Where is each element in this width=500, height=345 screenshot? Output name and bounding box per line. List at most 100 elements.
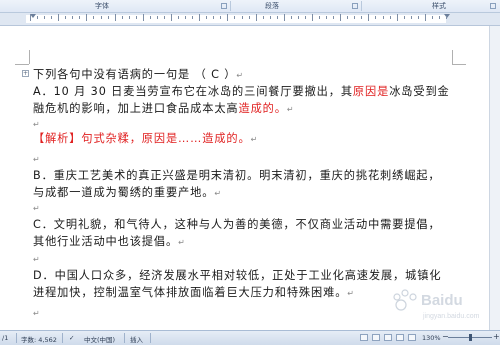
ruler-tick xyxy=(326,16,328,19)
option-d-text: D．中国人口众多，经济发展水平相对较低，正处于工业化高速发展，城镇化进程加快，控… xyxy=(33,269,442,299)
ruler-tick xyxy=(93,16,95,19)
status-divider xyxy=(16,333,17,343)
ribbon-group-styles: 样式 xyxy=(432,2,446,10)
empty-paragraph-mark: ↵ xyxy=(33,255,40,264)
ruler-tick xyxy=(100,16,102,19)
proofing-icon[interactable]: ✓ xyxy=(69,334,74,342)
full-screen-view-icon[interactable] xyxy=(372,334,380,341)
page-indicator[interactable]: /1 xyxy=(2,334,8,342)
status-divider xyxy=(62,333,63,343)
option-a-text: A．10 月 30 日麦当劳宣布它在冰岛的三间餐厅要撤出，其 xyxy=(33,85,353,98)
ruler-tick xyxy=(234,16,236,19)
ruler-tick xyxy=(135,16,137,19)
ruler-tick xyxy=(438,16,440,19)
horizontal-ruler[interactable] xyxy=(0,13,500,26)
zoom-slider-thumb[interactable] xyxy=(468,334,472,341)
ruler-tick xyxy=(304,16,306,19)
styles-dialog-launcher-icon[interactable] xyxy=(490,3,496,9)
ruler-tick xyxy=(79,16,81,19)
ruler-tick xyxy=(248,16,250,19)
zoom-in-icon[interactable]: + xyxy=(493,332,500,341)
analysis-line[interactable]: 【解析】句式杂糅，原因是……造成的。↵ xyxy=(33,130,451,148)
ruler-tick xyxy=(417,16,419,19)
ruler-tick xyxy=(149,16,151,19)
ruler-tick xyxy=(185,16,187,19)
insert-mode[interactable]: 插入 xyxy=(130,334,143,344)
option-a[interactable]: A．10 月 30 日麦当劳宣布它在冰岛的三间餐厅要撤出，其原因是冰岛受到金融危… xyxy=(33,83,451,118)
outline-view-icon[interactable] xyxy=(396,334,404,341)
ruler-tick xyxy=(290,16,292,19)
ruler-tick xyxy=(269,16,271,19)
paragraph-dialog-launcher-icon[interactable] xyxy=(352,3,358,9)
status-divider xyxy=(150,333,151,343)
ruler-tick xyxy=(156,16,158,19)
ruler-tick xyxy=(354,16,356,19)
empty-paragraph-mark: ↵ xyxy=(33,204,40,213)
ribbon-group-labels: 字体 段落 样式 xyxy=(0,0,500,13)
crop-mark xyxy=(29,50,30,64)
empty-paragraph-mark: ↵ xyxy=(33,120,40,129)
ruler-tick xyxy=(206,16,208,19)
status-divider xyxy=(124,333,125,343)
web-layout-view-icon[interactable] xyxy=(384,334,392,341)
option-c[interactable]: C．文明礼貌，和气待人，这种与人为善的美德，不仅商业活动中需要提倡，其他行业活动… xyxy=(33,216,451,251)
empty-paragraph-mark: ↵ xyxy=(33,155,40,164)
ruler-tick xyxy=(192,16,194,19)
ruler-tick xyxy=(44,16,46,19)
language-indicator[interactable]: 中文(中国) xyxy=(84,334,115,344)
zoom-level[interactable]: 130% xyxy=(422,334,441,342)
ruler-tick xyxy=(340,14,342,21)
font-dialog-launcher-icon[interactable] xyxy=(221,3,227,9)
ruler-tick xyxy=(107,16,109,19)
right-indent-marker-icon[interactable] xyxy=(444,14,450,18)
ruler-tick xyxy=(86,14,88,21)
ribbon-group-font: 字体 xyxy=(95,2,109,10)
ruler-tick xyxy=(227,14,229,21)
ruler-tick xyxy=(319,16,321,19)
ruler-tick xyxy=(410,16,412,19)
ruler-tick xyxy=(445,16,447,19)
ruler-tick xyxy=(347,16,349,19)
ruler-tick xyxy=(30,14,31,21)
ribbon-separator xyxy=(230,1,231,11)
option-a-highlight: 原因是 xyxy=(352,85,390,98)
ruler-tick xyxy=(37,16,39,19)
crop-mark xyxy=(452,50,453,64)
crop-mark xyxy=(452,64,466,65)
ruler-tick xyxy=(375,16,377,19)
crop-mark xyxy=(15,64,29,65)
baidu-jingyan-watermark-icon: Baidu jingyan.baidu.com xyxy=(393,289,480,320)
draft-view-icon[interactable] xyxy=(408,334,416,341)
ruler-tick xyxy=(121,16,123,19)
ruler-tick xyxy=(142,14,144,21)
option-b[interactable]: B．重庆工艺美术的真正兴盛是明末清初。明末清初，重庆的挑花刺绣崛起，与成都一道成… xyxy=(33,167,451,202)
ruler-tick xyxy=(72,16,74,19)
ruler-tick xyxy=(403,16,405,19)
status-bar: /1 字数: 4,562 ✓ 中文(中国) 插入 130% − + xyxy=(0,330,500,345)
ruler-tick xyxy=(283,14,285,21)
ruler-tick xyxy=(213,16,215,19)
ruler-tick xyxy=(389,16,391,19)
ruler-tick xyxy=(199,14,201,21)
ruler-tick xyxy=(297,16,299,19)
ruler-tick xyxy=(276,16,278,19)
ruler-tick xyxy=(51,16,53,19)
ruler-tick xyxy=(241,16,243,19)
option-b-text: B．重庆工艺美术的真正兴盛是明末清初。明末清初，重庆的挑花刺绣崛起，与成都一道成… xyxy=(33,169,441,199)
ruler-tick xyxy=(431,16,433,19)
ruler-tick xyxy=(312,14,313,21)
word-count[interactable]: 字数: 4,562 xyxy=(21,334,57,344)
move-handle-icon[interactable]: + xyxy=(22,70,29,77)
option-c-text: C．文明礼貌，和气待人，这种与人为善的美德，不仅商业活动中需要提倡，其他行业活动… xyxy=(33,218,441,248)
question-text: 下列各句中没有语病的一句是 （ C ） xyxy=(33,68,237,81)
ruler-tick xyxy=(424,14,426,21)
ruler-tick xyxy=(262,16,264,19)
ribbon-separator xyxy=(361,1,362,11)
ruler-tick xyxy=(65,16,67,19)
ruler-tick xyxy=(396,14,398,21)
print-layout-view-icon[interactable] xyxy=(360,334,368,341)
question-line[interactable]: 下列各句中没有语病的一句是 （ C ）↵ xyxy=(33,66,451,84)
ruler-tick xyxy=(163,16,165,19)
ruler-tick xyxy=(382,16,384,19)
ruler-tick xyxy=(333,16,335,19)
